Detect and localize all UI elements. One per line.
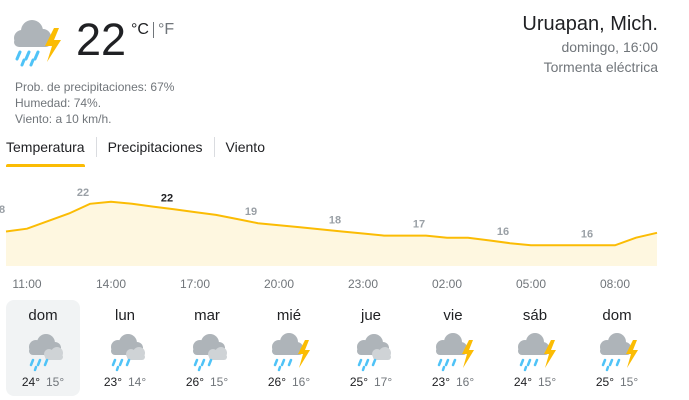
time-label: 14:00 — [96, 277, 126, 291]
day-name: sáb — [522, 307, 548, 324]
high-temperature: 23° — [431, 375, 450, 389]
high-temperature: 25° — [595, 375, 614, 389]
temperature-point-label: 17 — [413, 219, 425, 231]
day-temperatures: 26° 16° — [252, 374, 326, 390]
time-label: 02:00 — [432, 277, 462, 291]
high-temperature: 24° — [21, 375, 40, 389]
day-temperatures: 24° 15° — [6, 374, 80, 390]
temperature-chart-svg: 18 22 22 19 18 17 16 16 11:00 14:00 17:00 20:00 23:0… — [0, 187, 658, 291]
day-temperatures: 26° 15° — [170, 374, 244, 390]
temperature-point-label: 16 — [581, 228, 593, 240]
temperature-area — [6, 201, 657, 266]
forecast-day-vie[interactable]: vie 23° 16° — [416, 300, 490, 396]
tab-divider — [213, 137, 215, 157]
low-temperature: 16° — [456, 375, 475, 389]
day-name: dom — [28, 307, 58, 324]
time-label: 23:00 — [348, 277, 378, 291]
high-temperature: 26° — [185, 375, 204, 389]
day-name: dom — [602, 307, 632, 324]
thunderstorm-rain-icon — [14, 20, 61, 67]
rain-cloud-icon — [193, 334, 227, 372]
wind-speed: Viento: a 10 km/h. — [15, 112, 112, 126]
day-name: mar — [194, 307, 220, 324]
temperature-chart: 18 22 22 19 18 17 16 16 11:00 14:00 17:00 20:00 23:0… — [0, 180, 689, 295]
temperature-point-label: 18 — [0, 204, 5, 216]
temperature-point-label: 22 — [161, 192, 173, 204]
low-temperature: 15° — [538, 375, 557, 389]
forecast-day-mar[interactable]: mar 26° 15° — [170, 300, 244, 396]
time-label: 17:00 — [180, 277, 210, 291]
location-name: Uruapan, Mich. — [522, 13, 658, 35]
current-temperature: 22 — [76, 14, 127, 65]
weather-details: Prob. de precipitaciones: 67% Humedad: 7… — [15, 79, 174, 127]
celsius-unit[interactable]: °C — [131, 20, 149, 40]
temperature-point-label: 18 — [329, 215, 341, 227]
time-label: 20:00 — [264, 277, 294, 291]
temperature-point-label: 16 — [497, 226, 509, 238]
day-name: lun — [114, 307, 136, 324]
day-temperatures: 23° 14° — [88, 374, 162, 390]
unit-separator — [152, 22, 154, 38]
time-label: 08:00 — [600, 277, 630, 291]
forecast-day-dom[interactable]: dom 25° 15° — [580, 300, 654, 396]
time-label: 11:00 — [12, 277, 41, 291]
high-temperature: 26° — [267, 375, 286, 389]
high-temperature: 23° — [103, 375, 122, 389]
low-temperature: 15° — [46, 375, 65, 389]
low-temperature: 15° — [620, 375, 639, 389]
forecast-day-dom[interactable]: dom 24° 15° — [6, 300, 80, 396]
rain-cloud-icon — [29, 334, 63, 372]
tab-wind[interactable]: Viento — [226, 135, 265, 165]
low-temperature: 14° — [128, 375, 147, 389]
low-temperature: 16° — [292, 375, 311, 389]
high-temperature: 24° — [513, 375, 532, 389]
day-temperatures: 23° 16° — [416, 374, 490, 390]
location-block: Uruapan, Mich. domingo, 16:00 Tormenta e… — [522, 11, 658, 77]
time-label: 05:00 — [516, 277, 546, 291]
low-temperature: 15° — [210, 375, 229, 389]
daily-forecast: dom 24° 15° lun 23° 14° mar 26° 15° mié 26° 16° jue 2… — [6, 300, 660, 398]
forecast-day-mié[interactable]: mié 26° 16° — [252, 300, 326, 396]
day-name: jue — [360, 307, 382, 324]
thunderstorm-rain-icon — [518, 333, 556, 372]
chart-tabs: Temperatura Precipitaciones Viento — [6, 135, 265, 167]
unit-toggle: °C °F — [131, 20, 174, 40]
humidity: Humedad: 74%. — [15, 96, 102, 110]
precipitation-probability: Prob. de precipitaciones: 67% — [15, 80, 175, 94]
day-temperatures: 25° 17° — [334, 374, 408, 390]
day-temperatures: 25° 15° — [580, 374, 654, 390]
tab-temperature[interactable]: Temperatura — [6, 135, 85, 167]
high-temperature: 25° — [349, 375, 368, 389]
fahrenheit-unit[interactable]: °F — [158, 20, 174, 40]
day-name: vie — [443, 307, 463, 324]
rain-cloud-icon — [111, 334, 145, 372]
temperature-point-label: 22 — [77, 187, 89, 199]
day-name: mié — [276, 307, 302, 324]
rain-cloud-icon — [357, 334, 391, 372]
forecast-day-sáb[interactable]: sáb 24° 15° — [498, 300, 572, 396]
tab-precipitation[interactable]: Precipitaciones — [108, 135, 203, 165]
thunderstorm-rain-icon — [600, 333, 638, 372]
day-temperatures: 24° 15° — [498, 374, 572, 390]
tab-divider — [95, 137, 97, 157]
temperature-point-label: 19 — [245, 206, 257, 218]
forecast-day-jue[interactable]: jue 25° 17° — [334, 300, 408, 396]
location-datetime: domingo, 16:00 — [561, 39, 658, 55]
forecast-day-lun[interactable]: lun 23° 14° — [88, 300, 162, 396]
thunderstorm-rain-icon — [436, 333, 474, 372]
low-temperature: 17° — [374, 375, 393, 389]
weather-condition: Tormenta eléctrica — [543, 59, 658, 75]
thunderstorm-rain-icon — [272, 333, 310, 372]
